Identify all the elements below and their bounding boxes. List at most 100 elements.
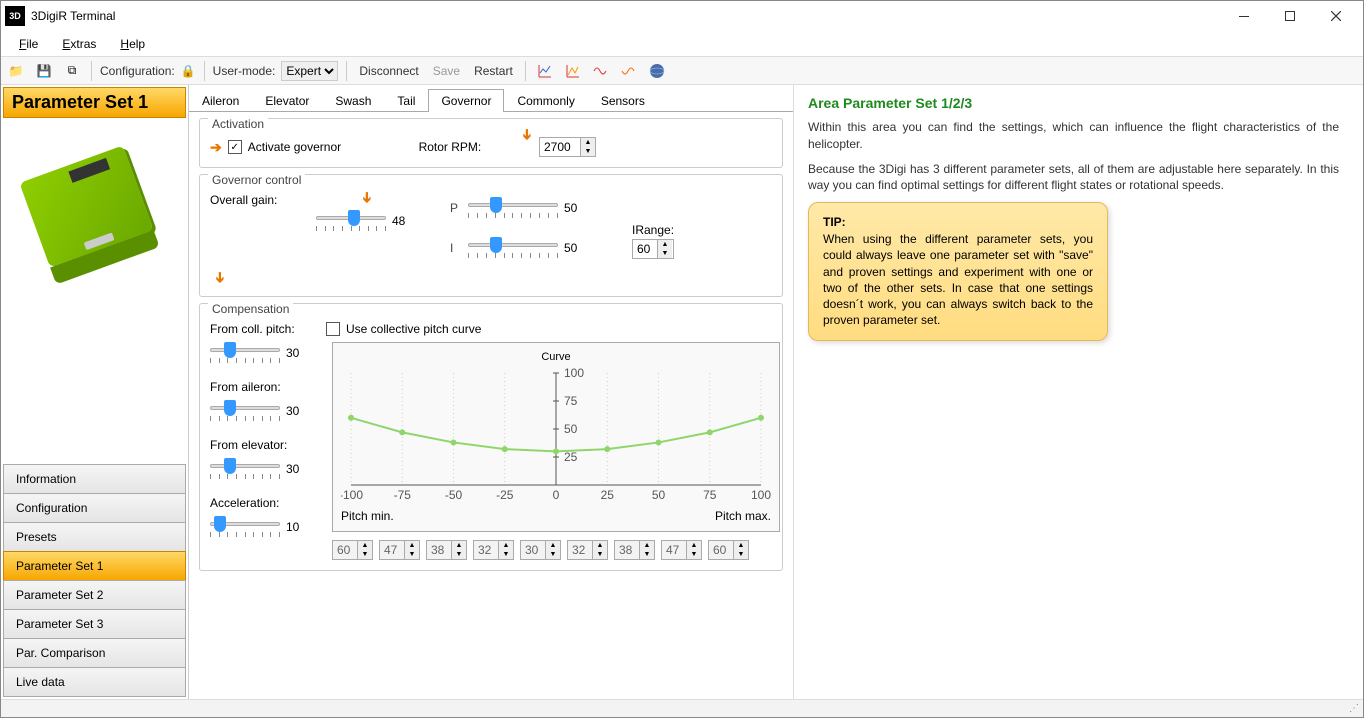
from-elevator-label: From elevator: [210,438,312,452]
menu-file[interactable]: File [9,33,48,55]
p-slider[interactable] [468,193,558,223]
activate-governor-label: Activate governor [248,140,341,154]
svg-text:-100: -100 [341,488,363,502]
lock-icon[interactable]: 🔒 [181,64,196,78]
status-bar: ⋰ [1,699,1363,717]
i-value: 50 [564,241,590,255]
from-coll-label: From coll. pitch: [210,322,312,336]
curve-point-input[interactable]: ▲▼ [426,540,467,560]
usermode-label: User-mode: [213,64,276,78]
nav-list: Information Configuration Presets Parame… [1,463,188,699]
menu-extras[interactable]: Extras [52,33,106,55]
restart-button[interactable]: Restart [470,62,517,80]
overall-gain-value: 48 [392,214,418,228]
acceleration-label: Acceleration: [210,496,312,510]
nav-information[interactable]: Information [3,464,186,494]
legend-governor-control: Governor control [208,173,305,187]
curve-point-input[interactable]: ▲▼ [473,540,514,560]
minimize-button[interactable] [1221,1,1267,31]
curve-values-row: ▲▼ ▲▼ ▲▼ ▲▼ ▲▼ ▲▼ ▲▼ ▲▼ ▲▼ [332,540,780,560]
tab-governor[interactable]: Governor [428,89,504,112]
tab-swash[interactable]: Swash [322,89,384,112]
pitch-min-label: Pitch min. [341,509,394,523]
chart-icon-1[interactable] [534,60,556,82]
svg-text:0: 0 [553,488,560,502]
configuration-label: Configuration: [100,64,175,78]
overall-gain-slider[interactable] [316,206,386,236]
acceleration-value: 10 [286,520,312,534]
curve-plot: 100755025-100-75-50-250255075100 [341,367,771,507]
tab-commonly[interactable]: Commonly [504,89,587,112]
svg-text:-50: -50 [445,488,463,502]
curve-title: Curve [341,351,771,363]
nav-configuration[interactable]: Configuration [3,493,186,523]
wave-icon-2[interactable] [618,60,640,82]
acceleration-slider[interactable] [210,512,280,542]
curve-point-input[interactable]: ▲▼ [332,540,373,560]
nav-parameter-set-1[interactable]: Parameter Set 1 [3,551,186,581]
wave-icon-1[interactable] [590,60,612,82]
tip-box: TIP: When using the different parameter … [808,202,1108,341]
maximize-button[interactable] [1267,1,1313,31]
chart-icon-2[interactable] [562,60,584,82]
nav-parameter-set-2[interactable]: Parameter Set 2 [3,580,186,610]
save-button[interactable]: Save [429,62,464,80]
curve-point-input[interactable]: ▲▼ [379,540,420,560]
use-curve-checkbox[interactable] [326,322,340,336]
p-label: P [450,201,462,215]
menu-help[interactable]: Help [110,33,155,55]
spin-up-icon[interactable]: ▲ [581,138,595,147]
svg-text:25: 25 [564,450,578,464]
from-coll-slider[interactable] [210,338,280,368]
app-logo: 3D [5,6,25,26]
spin-down-icon[interactable]: ▼ [581,147,595,156]
center-pane: Aileron Elevator Swash Tail Governor Com… [189,85,793,699]
curve-point-input[interactable]: ▲▼ [614,540,655,560]
close-button[interactable] [1313,1,1359,31]
copy-icon[interactable]: ⧉ [61,60,83,82]
rotor-rpm-label: Rotor RPM: [419,140,482,154]
rotor-rpm-input[interactable]: ▲▼ [539,137,596,157]
tip-heading: TIP: [823,215,1093,229]
nav-parameter-set-3[interactable]: Parameter Set 3 [3,609,186,639]
group-governor-control: Governor control Overall gain: ➔ 48 [199,174,783,297]
from-coll-value: 30 [286,346,312,360]
title-bar: 3D 3DigiR Terminal [1,1,1363,31]
activate-governor-checkbox[interactable]: ✓ [228,140,242,154]
help-p2: Because the 3Digi has 3 different parame… [808,161,1339,195]
nav-presets[interactable]: Presets [3,522,186,552]
curve-point-input[interactable]: ▲▼ [567,540,608,560]
curve-point-input[interactable]: ▲▼ [661,540,702,560]
tip-body: When using the different parameter sets,… [823,231,1093,328]
tab-aileron[interactable]: Aileron [189,89,252,112]
tab-sensors[interactable]: Sensors [588,89,658,112]
legend-activation: Activation [208,117,268,131]
svg-text:75: 75 [564,394,578,408]
from-aileron-slider[interactable] [210,396,280,426]
irange-input[interactable]: ▲▼ [632,239,674,259]
page-heading: Parameter Set 1 [3,87,186,118]
save-icon[interactable]: 💾 [33,60,55,82]
curve-chart: Curve 100755025-100-75-50-250255075100 P… [332,342,780,532]
curve-point-input[interactable]: ▲▼ [520,540,561,560]
tab-elevator[interactable]: Elevator [252,89,322,112]
p-value: 50 [564,201,590,215]
disconnect-button[interactable]: Disconnect [355,62,422,80]
nav-par-comparison[interactable]: Par. Comparison [3,638,186,668]
nav-live-data[interactable]: Live data [3,667,186,697]
globe-icon[interactable] [646,60,668,82]
i-label: I [450,241,462,255]
usermode-select[interactable]: Expert [281,61,338,81]
toolbar: 📁 💾 ⧉ Configuration: 🔒 User-mode: Expert… [1,57,1363,85]
i-slider[interactable] [468,233,558,263]
help-pane: Area Parameter Set 1/2/3 Within this are… [793,85,1363,699]
open-folder-icon[interactable]: 📁 [5,60,27,82]
tab-bar: Aileron Elevator Swash Tail Governor Com… [189,85,793,112]
from-elevator-slider[interactable] [210,454,280,484]
from-aileron-label: From aileron: [210,380,312,394]
overall-gain-label: Overall gain: [210,193,277,207]
curve-point-input[interactable]: ▲▼ [708,540,749,560]
tab-tail[interactable]: Tail [384,89,428,112]
arrow-down-icon: ➔ [211,272,228,284]
pitch-max-label: Pitch max. [715,509,771,523]
